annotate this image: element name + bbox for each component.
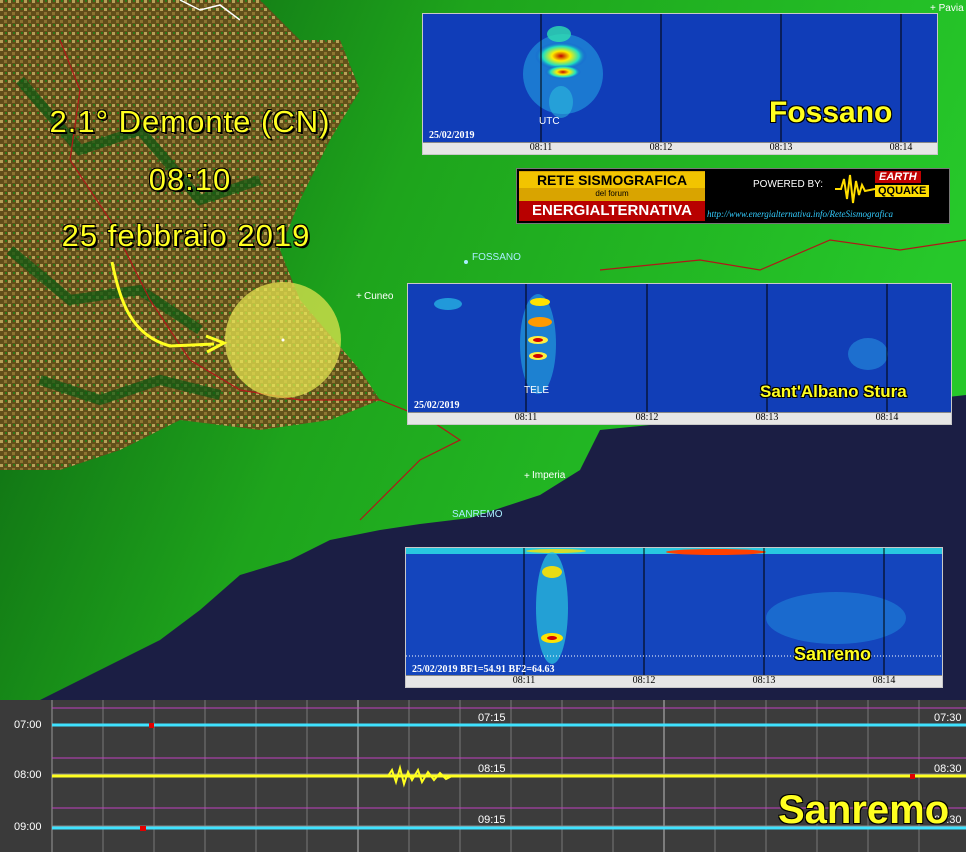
spectrogram-date: 25/02/2019 BF1=54.91 BF2=64.63 bbox=[412, 664, 555, 675]
banner-url[interactable]: http://www.energialternativa.info/ReteSi… bbox=[707, 209, 893, 219]
tick-label: 08:13 bbox=[752, 675, 776, 686]
row-end-time: 07:30 bbox=[934, 712, 962, 724]
row-mid-time: 09:15 bbox=[478, 814, 506, 826]
row-label: 08:00 bbox=[14, 769, 42, 781]
helicorder-station: Sanremo bbox=[778, 788, 950, 832]
banner-left: RETE SISMOGRAFICA del forum ENERGIALTERN… bbox=[519, 171, 705, 221]
network-banner: RETE SISMOGRAFICA del forum ENERGIALTERN… bbox=[516, 168, 950, 224]
svg-text:+: + bbox=[524, 471, 530, 482]
event-date: 25 febbraio 2019 bbox=[61, 218, 311, 253]
town-imperia: Imperia bbox=[532, 470, 566, 481]
spectrogram-fossano: 25/02/2019 UTC Fossano 08:11 08:12 08:13… bbox=[422, 13, 938, 155]
tick-label: 08:12 bbox=[632, 675, 656, 686]
station-label: Fossano bbox=[769, 96, 893, 129]
row-mid-time: 08:15 bbox=[478, 763, 506, 775]
town-cuneo: Cuneo bbox=[364, 291, 394, 302]
town-sanremo: SANREMO bbox=[452, 509, 503, 520]
tick-label: 08:12 bbox=[635, 412, 659, 423]
time-axis: 08:11 08:12 08:13 08:14 bbox=[406, 675, 942, 687]
banner-title: RETE SISMOGRAFICA bbox=[519, 172, 705, 188]
town-pavia-label: Pavia bbox=[938, 3, 964, 14]
spectrogram-tag: UTC bbox=[539, 116, 560, 127]
station-label: Sanremo bbox=[794, 644, 872, 664]
banner-subtitle: del forum bbox=[595, 189, 629, 198]
tick-label: 08:13 bbox=[755, 412, 779, 423]
row-mid-time: 07:15 bbox=[478, 712, 506, 724]
tick-label: 08:11 bbox=[514, 412, 538, 423]
tick-label: 08:14 bbox=[875, 412, 899, 423]
time-axis: 08:11 08:12 08:13 08:14 bbox=[423, 142, 937, 154]
svg-text:+: + bbox=[356, 291, 362, 302]
tick-label: 08:12 bbox=[649, 142, 673, 153]
event-magnitude: 2.1° Demonte (CN) bbox=[49, 104, 331, 139]
row-label: 07:00 bbox=[14, 719, 42, 731]
tick-label: 08:13 bbox=[769, 142, 793, 153]
helicorder: 07:00 08:00 09:00 07:15 08:15 09:15 07:3… bbox=[0, 700, 966, 852]
earth-label: EARTH bbox=[875, 171, 921, 183]
row-label: 09:00 bbox=[14, 821, 42, 833]
tick-label: 08:11 bbox=[529, 142, 553, 153]
time-axis: 08:11 08:12 08:13 08:14 bbox=[408, 412, 951, 424]
spectrogram-santalbano: 25/02/2019 TELE Sant'Albano Stura 08:11 … bbox=[407, 283, 952, 425]
powered-by: POWERED BY: bbox=[753, 179, 824, 190]
spectrogram-sanremo: 25/02/2019 BF1=54.91 BF2=64.63 Sanremo 0… bbox=[405, 547, 943, 688]
spectrogram-tag: TELE bbox=[524, 385, 550, 396]
tick-label: 08:14 bbox=[872, 675, 896, 686]
row-end-time: 08:30 bbox=[934, 763, 962, 775]
event-time: 08:10 bbox=[148, 162, 232, 197]
spectrogram-date: 25/02/2019 bbox=[414, 400, 460, 411]
spectrogram-date: 25/02/2019 bbox=[429, 130, 475, 141]
banner-brand: ENERGIALTERNATIVA bbox=[519, 201, 705, 221]
station-label: Sant'Albano Stura bbox=[760, 382, 907, 401]
tick-label: 08:14 bbox=[889, 142, 913, 153]
quake-label: QQUAKE bbox=[875, 185, 930, 197]
tick-label: 08:11 bbox=[512, 675, 536, 686]
seismogram-logo-icon bbox=[835, 174, 875, 204]
town-fossano: FOSSANO bbox=[472, 252, 521, 263]
